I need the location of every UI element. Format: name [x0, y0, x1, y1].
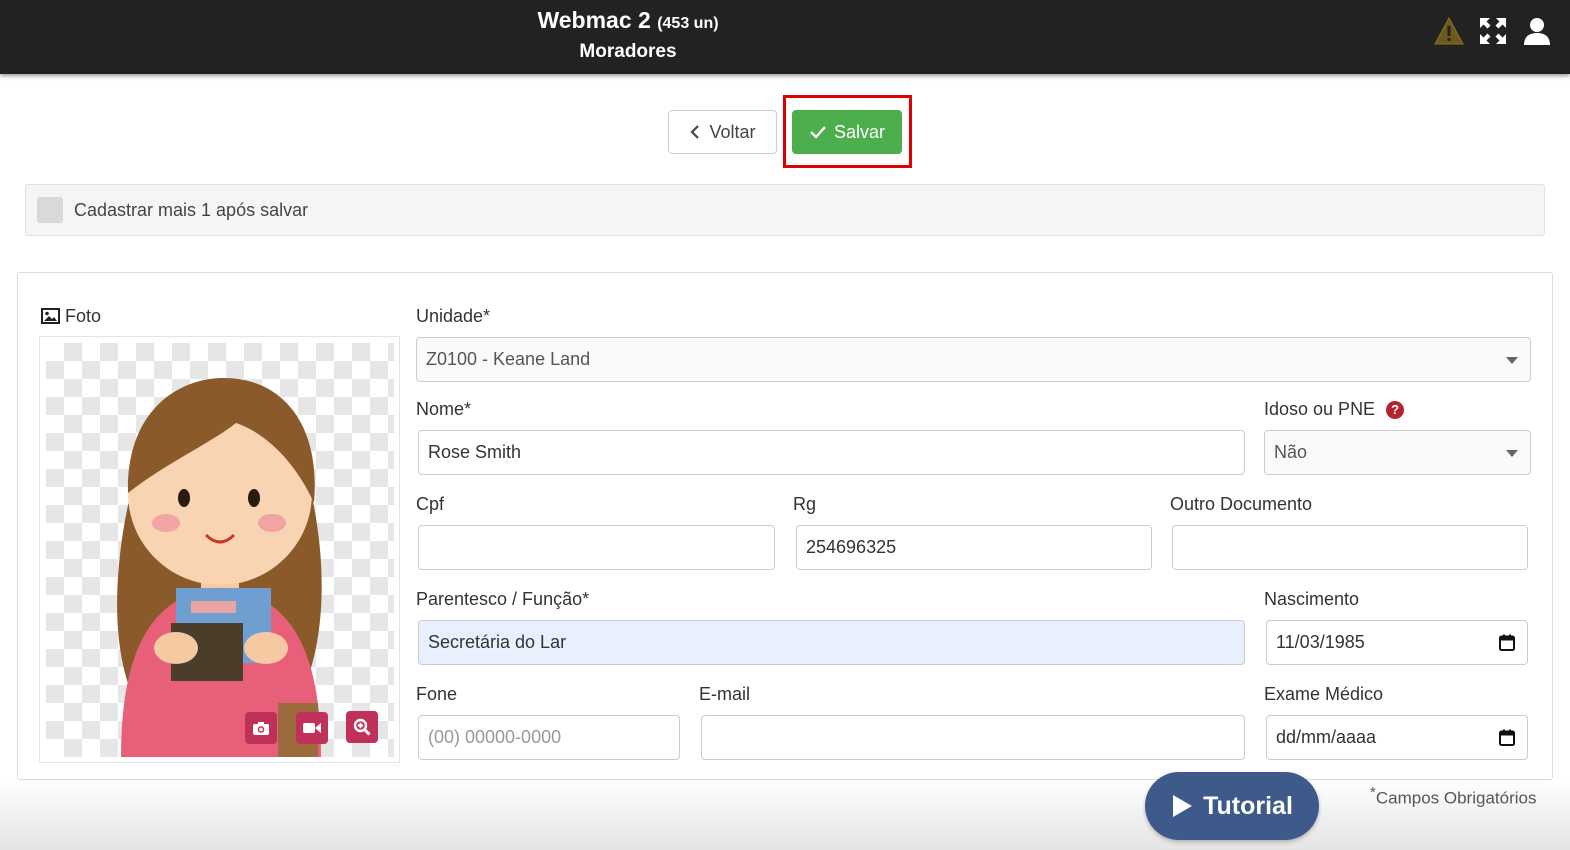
expand-icon[interactable]	[1478, 16, 1508, 46]
required-note-text: Campos Obrigatórios	[1375, 788, 1537, 808]
video-button[interactable]	[296, 712, 328, 744]
calendar-icon[interactable]	[1499, 729, 1515, 746]
outro-documento-input[interactable]	[1172, 525, 1528, 570]
camera-icon	[253, 721, 269, 735]
help-icon[interactable]: ?	[1386, 400, 1405, 419]
rg-label: Rg	[793, 494, 817, 514]
camera-button[interactable]	[245, 712, 277, 744]
outro-documento-label: Outro Documento	[1170, 494, 1313, 514]
rg-input[interactable]: 254696325	[796, 525, 1152, 570]
idoso-value: Não	[1274, 442, 1308, 462]
chevron-down-icon	[1506, 357, 1518, 364]
nascimento-label: Nascimento	[1264, 589, 1360, 609]
app-name: Webmac 2	[537, 7, 651, 33]
top-bar: Webmac 2 (453 un) Moradores	[0, 0, 1570, 74]
register-more-panel: Cadastrar mais 1 após salvar	[25, 184, 1545, 236]
cpf-label: Cpf	[416, 494, 445, 514]
chevron-down-icon	[1506, 450, 1518, 457]
idoso-select[interactable]: Não	[1264, 430, 1531, 475]
image-icon	[41, 308, 60, 324]
idoso-label-text: Idoso ou PNE	[1264, 399, 1376, 419]
fone-label: Fone	[416, 684, 458, 704]
zoom-in-icon	[353, 718, 371, 736]
warning-icon[interactable]	[1434, 16, 1464, 46]
zoom-button[interactable]	[346, 711, 378, 743]
photo-avatar	[46, 343, 394, 757]
fone-input[interactable]: (00) 00000-0000	[418, 715, 680, 760]
title-block: Webmac 2 (453 un) Moradores	[0, 6, 1256, 66]
email-label: E-mail	[699, 684, 751, 704]
woman-avatar-image	[117, 378, 322, 757]
nome-input[interactable]: Rose Smith	[418, 430, 1245, 475]
register-more-label: Cadastrar mais 1 após salvar	[74, 199, 309, 220]
parentesco-label: Parentesco / Função*	[416, 589, 590, 609]
calendar-icon[interactable]	[1499, 634, 1515, 651]
nascimento-input[interactable]: 11/03/1985	[1266, 620, 1528, 665]
play-icon	[1173, 795, 1193, 817]
unidade-select[interactable]: Z0100 - Keane Land	[416, 337, 1531, 382]
email-input[interactable]	[701, 715, 1245, 760]
register-more-checkbox[interactable]	[37, 197, 63, 223]
parentesco-input[interactable]: Secretária do Lar	[418, 620, 1245, 665]
nascimento-value: 11/03/1985	[1276, 632, 1365, 652]
user-icon[interactable]	[1522, 16, 1552, 46]
unidade-label: Unidade*	[416, 306, 491, 326]
video-icon	[303, 723, 321, 733]
app-title: Webmac 2 (453 un)	[0, 6, 1256, 38]
tutorial-label: Tutorial	[1203, 791, 1293, 820]
unit-count: (453 un)	[657, 15, 719, 32]
photo-label: Foto	[41, 306, 101, 327]
save-label: Salvar	[833, 121, 886, 142]
back-button[interactable]: Voltar	[668, 110, 777, 154]
exame-medico-value: dd/mm/aaaa	[1276, 727, 1377, 747]
required-fields-note: *Campos Obrigatórios	[1370, 784, 1536, 809]
nome-label: Nome*	[416, 399, 472, 419]
unidade-value: Z0100 - Keane Land	[426, 349, 591, 369]
back-label: Voltar	[709, 121, 756, 142]
chevron-left-icon	[690, 125, 700, 139]
photo-frame	[39, 336, 400, 763]
idoso-label: Idoso ou PNE ?	[1264, 399, 1405, 420]
exame-medico-input[interactable]: dd/mm/aaaa	[1266, 715, 1528, 760]
save-button[interactable]: Salvar	[792, 110, 902, 154]
check-icon	[810, 126, 826, 139]
exame-medico-label: Exame Médico	[1264, 684, 1384, 704]
cpf-input[interactable]	[418, 525, 775, 570]
photo-label-text: Foto	[65, 306, 102, 326]
page-title: Moradores	[579, 41, 677, 62]
tutorial-button[interactable]: Tutorial	[1145, 772, 1319, 840]
